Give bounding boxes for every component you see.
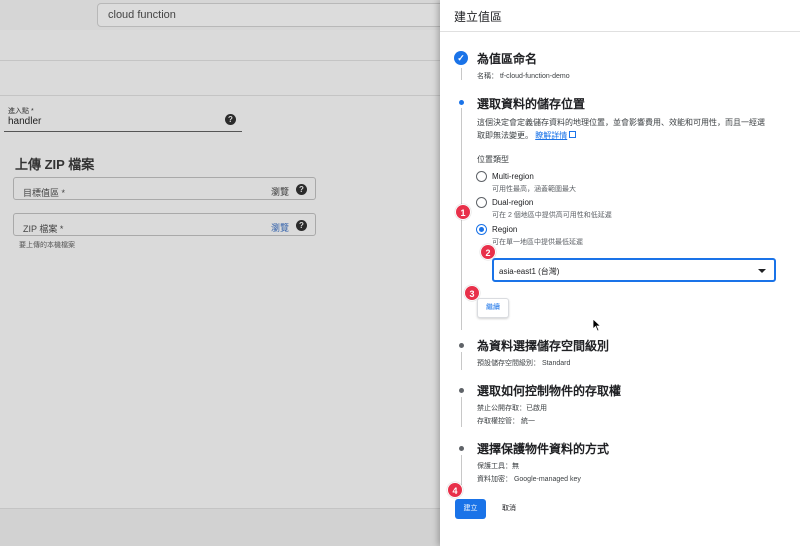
storage-class-summary: 預設儲存空間級別： Standard — [477, 360, 571, 367]
name-label: 名稱： — [477, 73, 498, 80]
location-description: 這個決定會定義儲存資料的地理位置，並會影響費用、效能和可用性，而且一經選 取即無… — [477, 116, 787, 142]
divider — [440, 31, 800, 32]
step-protection-title[interactable]: 選擇保護物件資料的方式 — [477, 440, 609, 457]
protection-summary-line: 資料加密： Google-managed key — [477, 476, 581, 483]
option-desc: 可在單一地區中提供最低延遲 — [492, 239, 583, 246]
divider — [0, 95, 440, 96]
search-input[interactable]: cloud function — [97, 3, 457, 27]
entry-point-value: handler — [8, 116, 42, 127]
stepper-line — [461, 455, 462, 485]
region-value: asia-east1 (台灣) — [499, 267, 560, 276]
top-bar: cloud function — [0, 0, 457, 30]
bottom-band — [0, 508, 440, 546]
chevron-down-icon — [758, 269, 766, 273]
access-summary-line: 存取權控管： 統一 — [477, 418, 535, 425]
step-badge-1: 1 — [455, 204, 471, 220]
option-label: Region — [492, 225, 518, 234]
background-page: cloud function 進入點 * handler ? 上傳 ZIP 檔案… — [0, 0, 457, 546]
radio-dual-region[interactable] — [476, 197, 487, 208]
browse-button[interactable]: 瀏覽 — [271, 221, 289, 234]
zip-section-title: 上傳 ZIP 檔案 — [15, 157, 95, 172]
radio-multi-region[interactable] — [476, 171, 487, 182]
panel-title: 建立值區 — [454, 10, 503, 24]
entry-point-label: 進入點 * — [8, 108, 34, 115]
option-desc: 可用性最高，涵蓋範圍最大 — [492, 186, 576, 193]
radio-region[interactable] — [476, 224, 487, 235]
mouse-cursor-icon — [592, 318, 602, 332]
help-icon[interactable]: ? — [296, 184, 307, 195]
create-button[interactable]: 建立 — [455, 499, 486, 519]
option-label: Dual-region — [492, 198, 534, 207]
option-label: Multi-region — [492, 172, 534, 181]
desc-line: 取即無法變更。 — [477, 131, 533, 140]
help-icon[interactable]: ? — [296, 220, 307, 231]
step-bullet — [459, 100, 464, 105]
entry-point-field[interactable]: 進入點 * handler ? — [4, 106, 242, 132]
step-name-title[interactable]: 為值區命名 — [477, 50, 537, 67]
external-link-icon — [569, 131, 577, 138]
access-summary-line: 禁止公開存取：已啟用 — [477, 405, 547, 412]
learn-more-link[interactable]: 瞭解詳情 — [535, 131, 567, 140]
target-bucket-field[interactable]: 目標值區 * 瀏覽 ? — [13, 177, 316, 200]
option-desc: 可在 2 個地區中提供高可用性和低延遲 — [492, 212, 612, 219]
protection-summary-line: 保護工具：無 — [477, 463, 519, 470]
step-bullet — [459, 343, 464, 348]
check-icon: ✓ — [454, 51, 468, 65]
stepper-line — [461, 68, 462, 80]
step-name-summary: 名稱： tf-cloud-function-demo — [477, 71, 570, 81]
browse-button[interactable]: 瀏覽 — [271, 185, 289, 198]
step-badge-2: 2 — [480, 244, 496, 260]
stepper-line — [461, 397, 462, 427]
zip-file-label: ZIP 檔案 * — [23, 224, 64, 234]
cancel-button[interactable]: 取消 — [498, 499, 520, 519]
stepper-line — [461, 352, 462, 370]
step-location-title: 選取資料的儲存位置 — [477, 97, 586, 111]
region-select[interactable]: asia-east1 (台灣) — [492, 258, 776, 282]
continue-button[interactable]: 繼續 — [477, 298, 509, 318]
location-type-label: 位置類型 — [477, 155, 509, 164]
step-bullet — [459, 446, 464, 451]
step-access-control-title[interactable]: 選取如何控制物件的存取權 — [477, 382, 621, 399]
divider — [0, 60, 440, 61]
zip-file-field[interactable]: ZIP 檔案 * 瀏覽 ? — [13, 213, 316, 236]
help-icon[interactable]: ? — [225, 114, 236, 125]
zip-file-hint: 要上傳的本機檔案 — [19, 242, 75, 249]
create-bucket-panel: 建立值區 ✓ 為值區命名 名稱： tf-cloud-function-demo … — [440, 0, 800, 546]
target-bucket-label: 目標值區 * — [23, 188, 66, 198]
name-value: tf-cloud-function-demo — [499, 73, 570, 80]
desc-line: 這個決定會定義儲存資料的地理位置，並會影響費用、效能和可用性，而且一經選 — [477, 118, 765, 127]
step-badge-3: 3 — [464, 285, 480, 301]
step-storage-class-title[interactable]: 為資料選擇儲存空間級別 — [477, 337, 609, 354]
step-badge-4: 4 — [447, 482, 463, 498]
step-bullet — [459, 388, 464, 393]
